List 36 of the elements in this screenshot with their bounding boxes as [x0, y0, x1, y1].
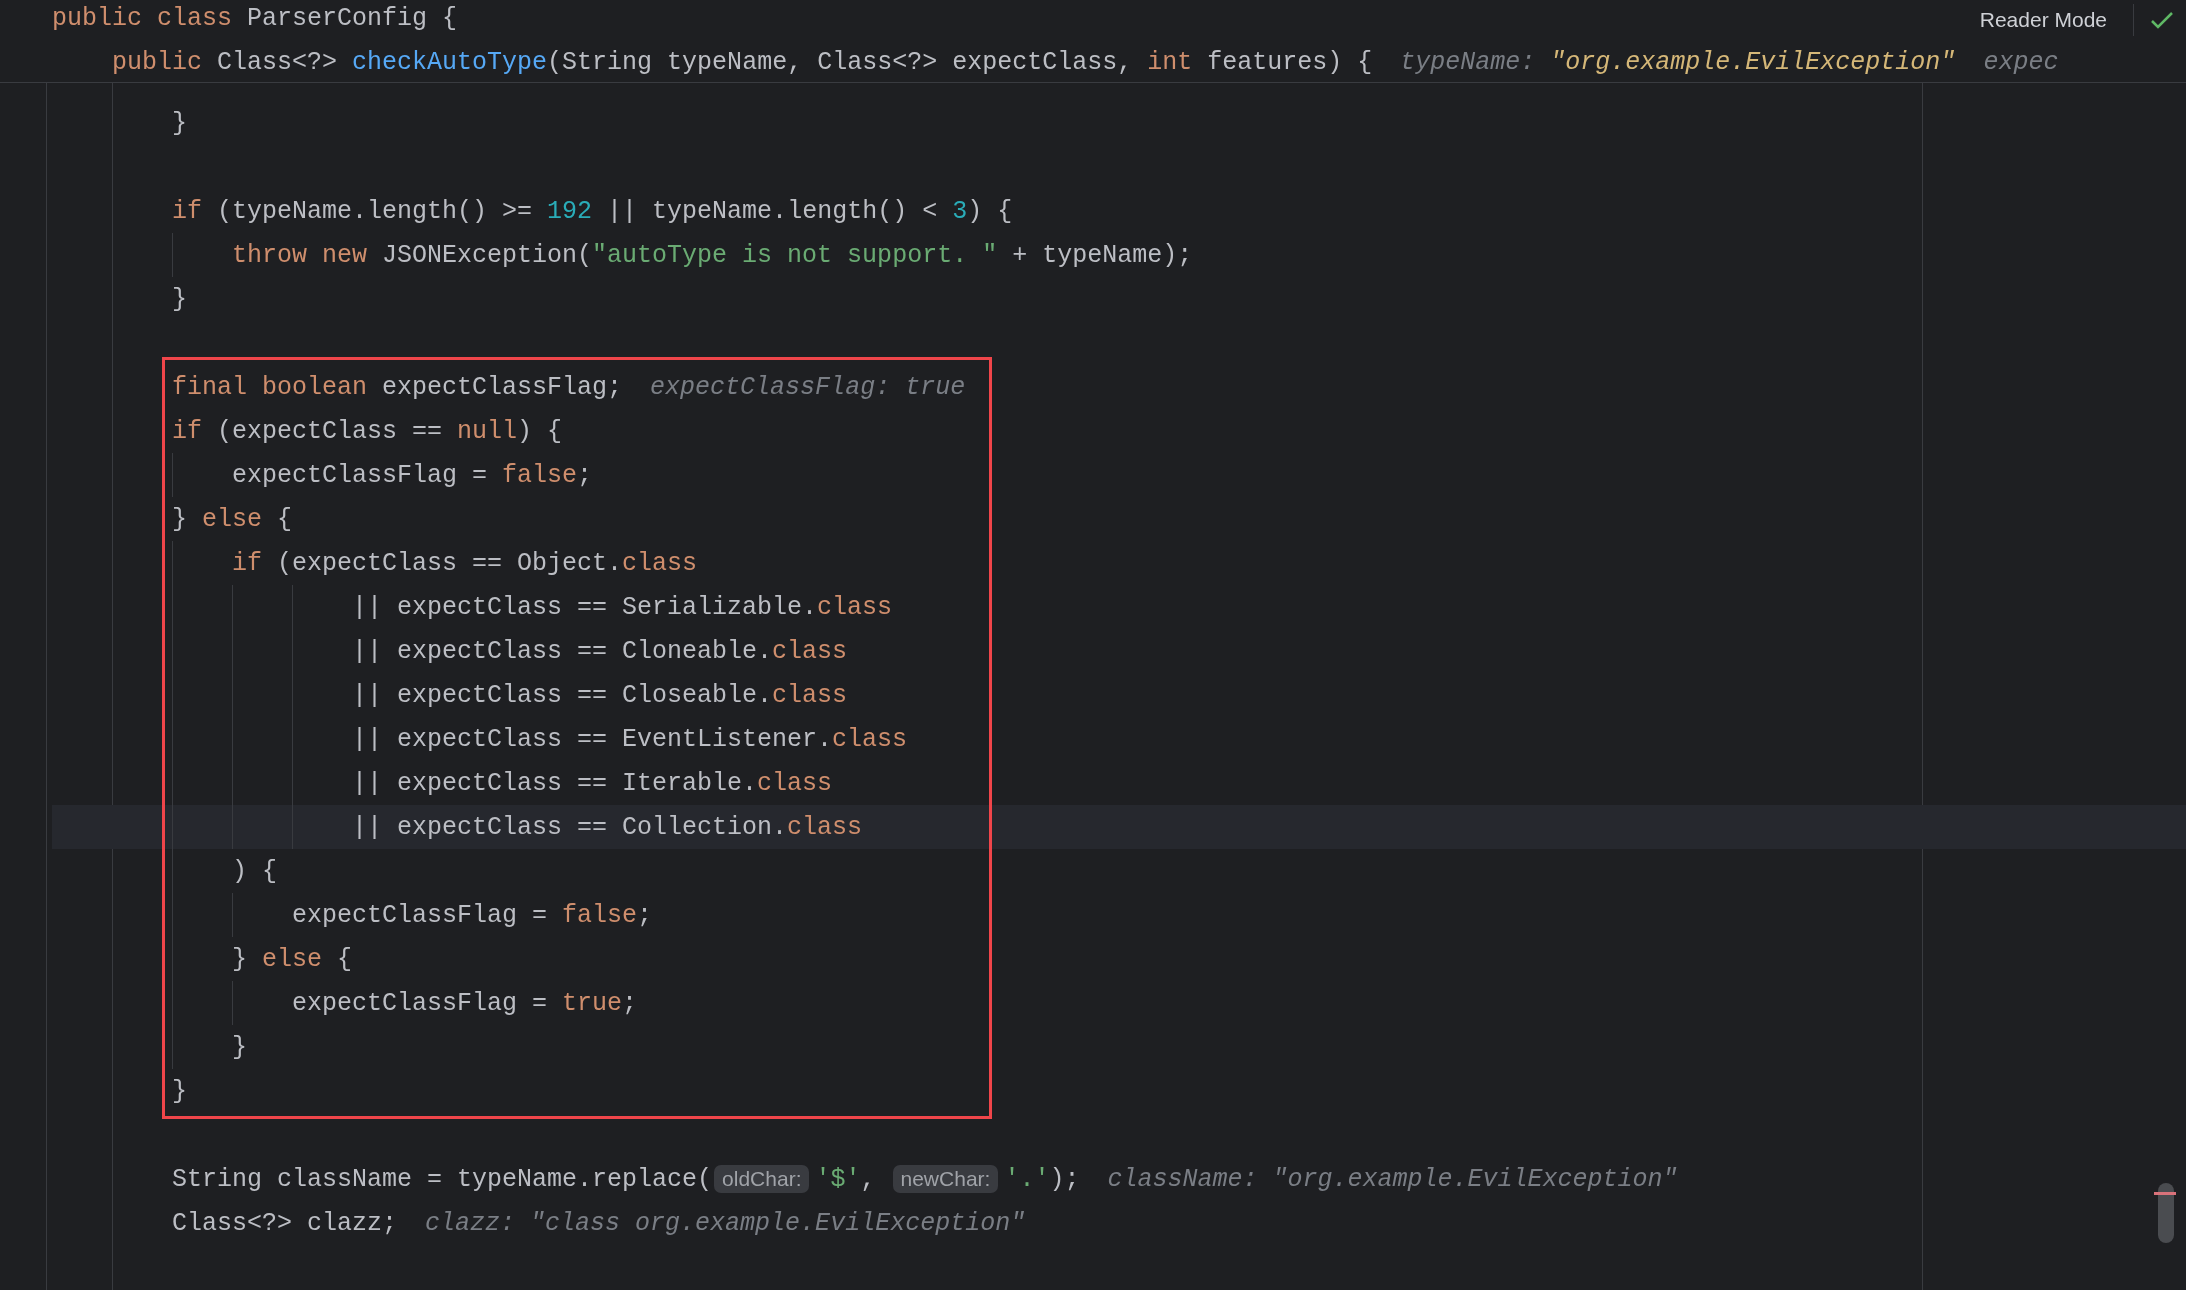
code-text: public Class<?> checkAutoType(String typeName, Class<?> expectClass, int features) { [112, 47, 1373, 77]
code-text: || expectClass == Closeable.class [352, 680, 848, 710]
code-text: } else { [172, 504, 293, 534]
code-text: if (expectClass == null) { [172, 416, 563, 446]
code-text: if (expectClass == Object.class [232, 548, 698, 578]
code-text: } [172, 284, 187, 314]
code-text: expectClassFlag = true; [292, 988, 638, 1018]
code-text: throw new JSONException("autoType is not support. " + typeName); [232, 240, 1193, 270]
inline-value-hint: expectClassFlag: true [650, 372, 966, 402]
code-text: Class<?> clazz; [172, 1208, 398, 1238]
parameter-hint: oldChar: [714, 1165, 810, 1193]
inline-value-hint: className: "org.example.EvilException" [1107, 1164, 1678, 1194]
code-text: } [172, 1076, 187, 1106]
inline-value-hint: typeName: "org.example.EvilException" [1400, 47, 1956, 77]
code-text: } [172, 108, 187, 138]
code-text: expectClassFlag = false; [292, 900, 653, 930]
code-text: final boolean expectClassFlag; [172, 372, 623, 402]
code-text: } [232, 1032, 247, 1062]
code-text: || expectClass == Cloneable.class [352, 636, 848, 666]
code-text: if (typeName.length() >= 192 || typeName.length() < 3) { [172, 196, 1013, 226]
scrollbar-thumb[interactable] [2158, 1183, 2174, 1243]
code-text: '.'); [1004, 1164, 1080, 1194]
code-text: public class ParserConfig { [52, 3, 458, 33]
code-text: '$', [815, 1164, 877, 1194]
code-text: || expectClass == EventListener.class [352, 724, 908, 754]
code-text: || expectClass == Serializable.class [352, 592, 893, 622]
parameter-hint: newChar: [892, 1165, 999, 1193]
code-text: expectClassFlag = false; [232, 460, 593, 490]
code-text: ) { [232, 856, 277, 886]
code-text: || expectClass == Collection.class [352, 812, 863, 842]
inline-value-hint: expec [1983, 47, 2059, 77]
reader-mode-button[interactable]: Reader Mode [1967, 8, 2133, 32]
code-text: String className = typeName.replace( [172, 1164, 713, 1194]
code-text: } else { [232, 944, 353, 974]
code-text: || expectClass == Iterable.class [352, 768, 833, 798]
inline-value-hint: clazz: "class org.example.EvilException" [425, 1208, 1026, 1238]
